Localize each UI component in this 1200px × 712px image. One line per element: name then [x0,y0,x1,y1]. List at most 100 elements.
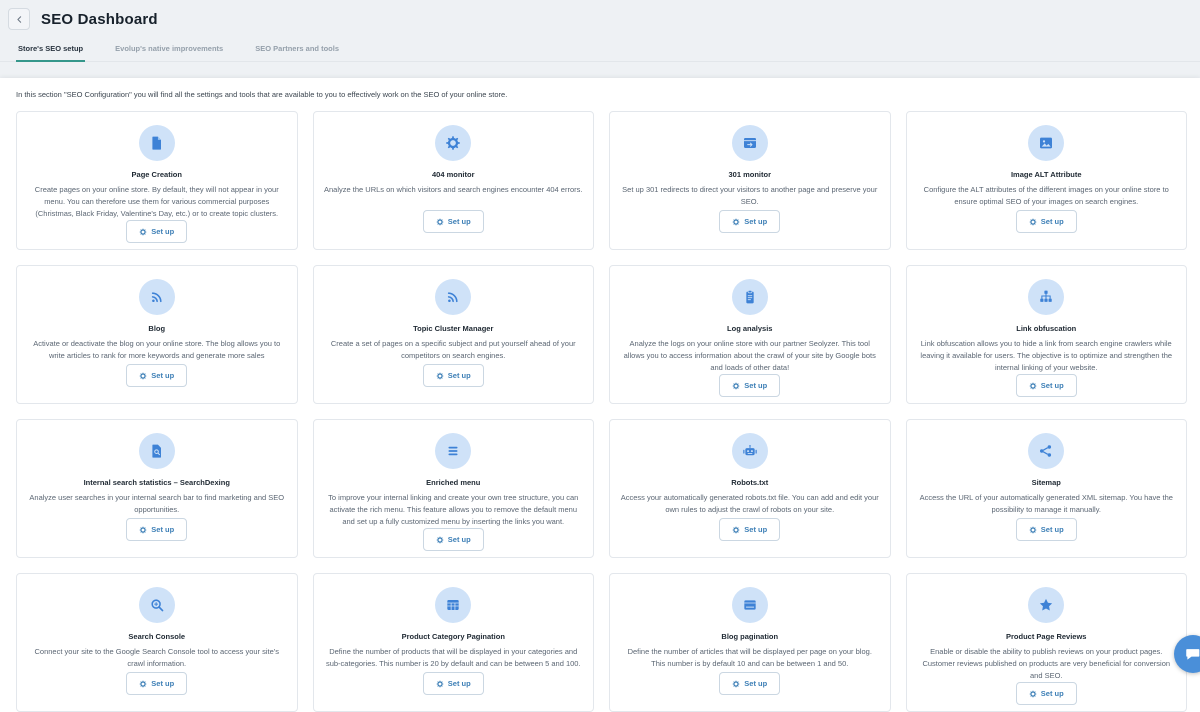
window-card-icon [742,597,758,613]
feature-icon-circle [732,587,768,623]
gear-icon [139,526,147,534]
feature-icon-circle [732,125,768,161]
card-description: Define the number of articles that will … [620,646,880,670]
feature-icon-circle [139,587,175,623]
gear-icon [732,218,740,226]
card-blog: Blog Activate or deactivate the blog on … [16,265,298,404]
gear-icon [732,680,740,688]
gear-icon [1029,526,1037,534]
setup-button[interactable]: Set up [126,672,187,695]
setup-button[interactable]: Set up [126,364,187,387]
card-description: Access the URL of your automatically gen… [917,492,1177,516]
card-title: Link obfuscation [1016,324,1076,333]
cards-grid: Page Creation Create pages on your onlin… [16,111,1187,712]
card-description: Analyze user searches in your internal s… [27,492,287,516]
back-button[interactable] [8,8,30,30]
card-title: 301 monitor [728,170,771,179]
gear-icon [445,135,461,151]
card-description: Access your automatically generated robo… [620,492,880,516]
setup-button[interactable]: Set up [719,210,780,233]
gear-icon [139,372,147,380]
setup-button[interactable]: Set up [126,220,187,243]
feature-icon-circle [1028,279,1064,315]
tab-seo-partners-and-tools[interactable]: SEO Partners and tools [253,40,341,62]
card-description: Connect your site to the Google Search C… [27,646,287,670]
intro-text: In this section "SEO Configuration" you … [16,90,1187,99]
card-title: Topic Cluster Manager [413,324,493,333]
star-icon [1038,597,1054,613]
feature-icon-circle [1028,125,1064,161]
chat-bubble-icon [1184,645,1200,663]
card-enriched-menu: Enriched menu To improve your internal l… [313,419,595,558]
card-title: Blog [148,324,165,333]
setup-button[interactable]: Set up [423,528,484,551]
card-301-monitor: 301 monitor Set up 301 redirects to dire… [609,111,891,250]
card-title: Log analysis [727,324,772,333]
tab-bar: Store's SEO setup Evolup's native improve… [0,34,1200,62]
content-panel: In this section "SEO Configuration" you … [0,78,1200,712]
setup-button[interactable]: Set up [1016,210,1077,233]
card-404-monitor: 404 monitor Analyze the URLs on which vi… [313,111,595,250]
chevron-left-icon [14,14,25,25]
setup-button[interactable]: Set up [126,518,187,541]
setup-button[interactable]: Set up [1016,518,1077,541]
card-sitemap: Sitemap Access the URL of your automatic… [906,419,1188,558]
rss-icon [149,289,165,305]
card-blog-pagination: Blog pagination Define the number of art… [609,573,891,712]
clipboard-icon [742,289,758,305]
file-icon [149,135,165,151]
card-title: Blog pagination [721,632,778,641]
setup-button[interactable]: Set up [719,672,780,695]
menu-list-icon [445,443,461,459]
robot-icon [742,443,758,459]
card-title: Image ALT Attribute [1011,170,1082,179]
card-title: Product Category Pagination [402,632,505,641]
card-description: Enable or disable the ability to publish… [917,646,1177,682]
grid-icon [445,597,461,613]
gear-icon [139,680,147,688]
setup-button[interactable]: Set up [719,518,780,541]
setup-button[interactable]: Set up [423,672,484,695]
card-product-page-reviews: Product Page Reviews Enable or disable t… [906,573,1188,712]
gear-icon [436,536,444,544]
window-redirect-icon [742,135,758,151]
feature-icon-circle [435,279,471,315]
card-title: Sitemap [1032,478,1061,487]
search-plus-icon [149,597,165,613]
setup-button[interactable]: Set up [423,364,484,387]
card-title: Search Console [128,632,185,641]
setup-button[interactable]: Set up [719,374,780,397]
gear-icon [732,526,740,534]
page-header: SEO Dashboard [0,0,1200,34]
gear-icon [1029,382,1037,390]
card-title: Enriched menu [426,478,480,487]
tab-evolup-s-native-improvements[interactable]: Evolup's native improvements [113,40,225,62]
feature-icon-circle [139,125,175,161]
setup-button[interactable]: Set up [1016,374,1077,397]
card-description: Analyze the URLs on which visitors and s… [324,184,582,196]
share-nodes-icon [1038,443,1054,459]
feature-icon-circle [1028,587,1064,623]
setup-button[interactable]: Set up [1016,682,1077,705]
rss-icon [445,289,461,305]
card-link-obfuscation: Link obfuscation Link obfuscation allows… [906,265,1188,404]
card-description: Analyze the logs on your online store wi… [620,338,880,374]
feature-icon-circle [139,279,175,315]
card-title: Internal search statistics – SearchDexin… [84,478,230,487]
gear-icon [139,228,147,236]
card-description: Configure the ALT attributes of the diff… [917,184,1177,208]
card-description: Define the number of products that will … [324,646,584,670]
gear-icon [732,382,740,390]
card-description: Link obfuscation allows you to hide a li… [917,338,1177,374]
tab-store-s-seo-setup[interactable]: Store's SEO setup [16,40,85,62]
setup-button[interactable]: Set up [423,210,484,233]
card-product-category-pagination: Product Category Pagination Define the n… [313,573,595,712]
gear-icon [1029,218,1037,226]
card-description: Activate or deactivate the blog on your … [27,338,287,362]
image-icon [1038,135,1054,151]
feature-icon-circle [435,587,471,623]
card-robots-txt: Robots.txt Access your automatically gen… [609,419,891,558]
file-search-icon [149,443,165,459]
card-title: Product Page Reviews [1006,632,1086,641]
feature-icon-circle [435,125,471,161]
